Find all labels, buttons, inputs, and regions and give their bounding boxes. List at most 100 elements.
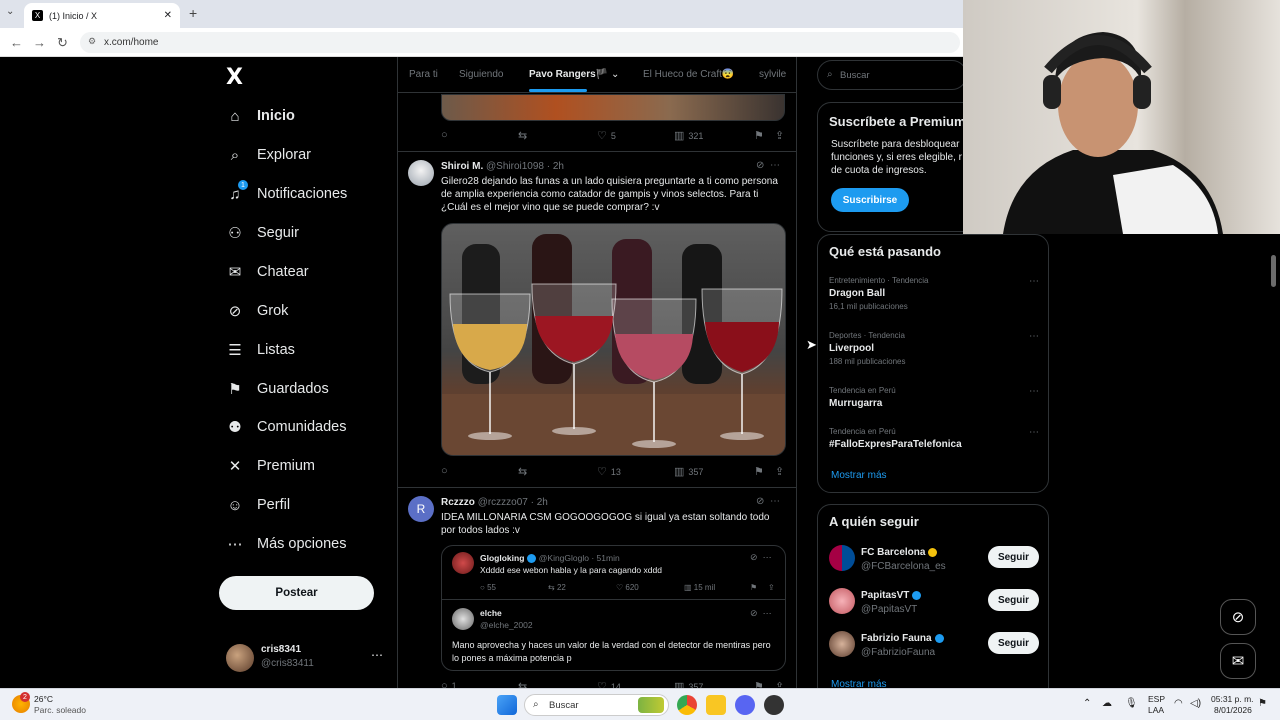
- reply-button[interactable]: ○ 55: [480, 583, 496, 592]
- volume-icon[interactable]: ◁): [1190, 698, 1201, 709]
- account-switcher[interactable]: cris8341 @cris83411 ⋯: [226, 642, 386, 678]
- search-input[interactable]: ⌕ Buscar: [817, 60, 967, 90]
- retweet-button[interactable]: ⇆ 22: [548, 583, 566, 592]
- grok-icon[interactable]: ⊘: [750, 608, 758, 618]
- grok-icon[interactable]: ⊘: [756, 496, 764, 507]
- bookmark-button[interactable]: ⚑: [754, 465, 764, 478]
- like-button[interactable]: ♡ 620: [616, 583, 639, 592]
- retweet-button[interactable]: ⇆: [518, 465, 527, 478]
- chrome-icon[interactable]: [677, 695, 697, 715]
- follow-suggestion[interactable]: Fabrizio Fauna @FabrizioFauna Seguir: [829, 631, 1044, 661]
- views-button[interactable]: ▥ 357: [674, 680, 703, 688]
- trend-item[interactable]: Tendencia en Perú Murrugarra ⋯: [829, 386, 1044, 409]
- address-bar[interactable]: ⚙ x.com/home: [80, 32, 960, 53]
- grok-floating-button[interactable]: ⊘: [1220, 599, 1256, 635]
- views-button[interactable]: ▥ 15 mil: [684, 583, 715, 592]
- tab-sylvile[interactable]: sylvile: [759, 69, 786, 80]
- file-explorer-icon[interactable]: [706, 695, 726, 715]
- bookmark-button[interactable]: ⚑: [754, 129, 764, 142]
- clock-date[interactable]: 8/01/2026: [1214, 705, 1252, 715]
- x-logo-icon[interactable]: X: [226, 65, 243, 90]
- more-icon[interactable]: ⋯: [763, 608, 772, 618]
- reply-button[interactable]: ○: [441, 465, 448, 477]
- clock-time[interactable]: 05:31 p. m.: [1211, 694, 1254, 704]
- nav-explorar[interactable]: ⌕ Explorar: [226, 140, 311, 170]
- windows-start-icon[interactable]: [497, 695, 517, 715]
- nav-inicio[interactable]: ⌂ Inicio: [226, 101, 294, 131]
- chevron-down-icon[interactable]: ⌄: [611, 69, 619, 80]
- more-icon[interactable]: ⋯: [371, 648, 383, 662]
- close-tab-icon[interactable]: ✕: [164, 10, 172, 21]
- discord-icon[interactable]: [735, 695, 755, 715]
- network-icon[interactable]: ☁: [1102, 698, 1112, 709]
- messages-floating-button[interactable]: ✉: [1220, 643, 1256, 679]
- more-icon[interactable]: ⋯: [770, 160, 780, 171]
- author-handle[interactable]: @Shiroi1098: [486, 161, 544, 172]
- tab-para-ti[interactable]: Para ti: [409, 69, 438, 80]
- grok-icon[interactable]: ⊘: [750, 552, 758, 562]
- mic-icon[interactable]: 🎙: [1125, 698, 1138, 709]
- tab-hueco-de-craft[interactable]: El Hueco de Craft😨: [643, 69, 734, 80]
- taskbar-search[interactable]: ⌕ Buscar: [524, 694, 669, 716]
- keyboard-layout[interactable]: LAA: [1148, 705, 1164, 715]
- tweet-time[interactable]: · 2h: [531, 497, 548, 508]
- nav-guardados[interactable]: ⚑ Guardados: [226, 374, 328, 404]
- author-name[interactable]: Rczzzo: [441, 497, 475, 508]
- follow-button[interactable]: Seguir: [988, 632, 1039, 654]
- chevron-up-icon[interactable]: ⌃: [1083, 698, 1091, 709]
- tab-search-chevron-icon[interactable]: ⌄: [6, 6, 14, 17]
- follow-suggestion[interactable]: FC Barcelona @FCBarcelona_es Seguir: [829, 545, 1044, 575]
- page-scrollbar[interactable]: [1268, 235, 1280, 688]
- grok-icon[interactable]: ⊘: [756, 160, 764, 171]
- weather-temp[interactable]: 26°C: [34, 694, 53, 704]
- follow-suggestion[interactable]: PapitasVT @PapitasVT Seguir: [829, 588, 1044, 618]
- avatar[interactable]: [408, 160, 434, 186]
- site-info-icon[interactable]: ⚙: [88, 36, 96, 47]
- more-icon[interactable]: ⋯: [770, 496, 780, 507]
- bookmark-icon[interactable]: ⚑: [750, 583, 757, 592]
- reply-button[interactable]: ○: [441, 129, 448, 141]
- share-icon[interactable]: ⇪: [768, 583, 775, 592]
- nav-chatear[interactable]: ✉ Chatear: [226, 257, 309, 287]
- wine-glasses-image[interactable]: [441, 223, 786, 456]
- share-button[interactable]: ⇪: [775, 465, 784, 478]
- more-icon[interactable]: ⋯: [1029, 276, 1039, 287]
- more-icon[interactable]: ⋯: [763, 552, 772, 562]
- author-name[interactable]: Shiroi M.: [441, 161, 483, 172]
- show-more-link[interactable]: Mostrar más: [831, 679, 887, 688]
- nav-comunidades[interactable]: ⚉ Comunidades: [226, 412, 346, 442]
- subscribe-button[interactable]: Suscribirse: [831, 188, 909, 212]
- reload-icon[interactable]: ↻: [57, 35, 68, 51]
- share-button[interactable]: ⇪: [775, 129, 784, 142]
- more-icon[interactable]: ⋯: [1029, 331, 1039, 342]
- new-tab-icon[interactable]: +: [189, 5, 197, 21]
- back-arrow-icon[interactable]: ←: [10, 35, 23, 50]
- nav-notificaciones[interactable]: ♫ 1 Notificaciones: [226, 179, 347, 209]
- post-button[interactable]: Postear: [219, 576, 374, 610]
- share-button[interactable]: ⇪: [775, 680, 784, 688]
- tab-pavo-rangers[interactable]: Pavo Rangers🏴: [529, 69, 608, 80]
- nav-listas[interactable]: ☰ Listas: [226, 335, 295, 365]
- tweet-time[interactable]: · 2h: [547, 161, 564, 172]
- retweet-button[interactable]: ⇆: [518, 680, 527, 688]
- tab-siguiendo[interactable]: Siguiendo: [459, 69, 503, 80]
- scroll-thumb[interactable]: [1271, 255, 1276, 287]
- nav-mas-opciones[interactable]: ⋯ Más opciones: [226, 529, 347, 559]
- like-button[interactable]: ♡ 13: [597, 465, 621, 478]
- nav-perfil[interactable]: ☺ Perfil: [226, 490, 290, 520]
- show-more-link[interactable]: Mostrar más: [831, 470, 887, 481]
- retweet-button[interactable]: ⇆: [518, 129, 527, 142]
- more-icon[interactable]: ⋯: [1029, 386, 1039, 397]
- nav-seguir[interactable]: ⚇ Seguir: [226, 218, 299, 248]
- bookmark-button[interactable]: ⚑: [754, 680, 764, 688]
- reply-button[interactable]: ○ 1: [441, 680, 457, 688]
- like-button[interactable]: ♡ 14: [597, 680, 621, 688]
- notification-icon[interactable]: ⚑: [1258, 698, 1267, 709]
- avatar[interactable]: R: [408, 496, 434, 522]
- trend-item[interactable]: Tendencia en Perú #FalloExpresParaTelefo…: [829, 427, 1044, 450]
- browser-tab[interactable]: X (1) Inicio / X ✕: [24, 3, 180, 28]
- quoted-tweet[interactable]: Glogloking @KingGloglo · 51min ⊘ ⋯ Xdddd…: [441, 545, 786, 671]
- follow-button[interactable]: Seguir: [988, 546, 1039, 568]
- weather-desc[interactable]: Parc. soleado: [34, 705, 86, 715]
- forward-arrow-icon[interactable]: →: [33, 35, 46, 50]
